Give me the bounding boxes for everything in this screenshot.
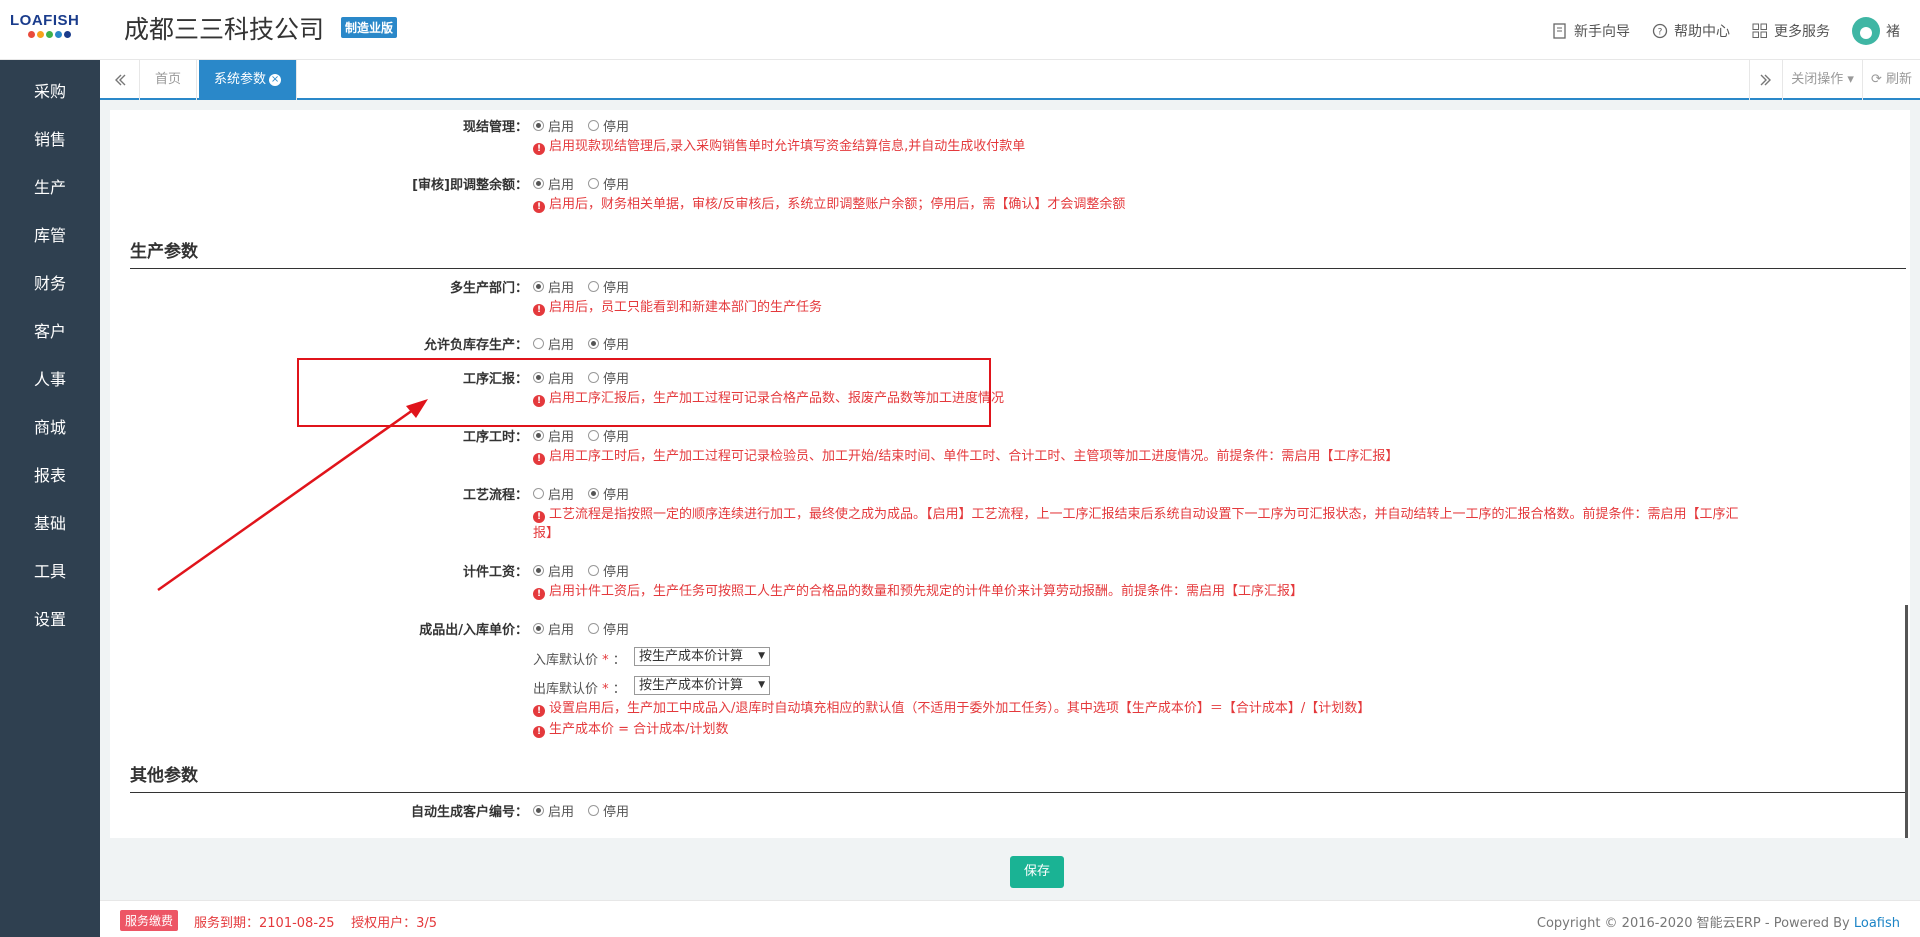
sidebar-item-sales[interactable]: 销售: [0, 116, 100, 164]
in-price-select[interactable]: 按生产成本价计算 ▼: [634, 647, 770, 666]
sidebar-item-reports[interactable]: 报表: [0, 452, 100, 500]
caret-down-icon: ▾: [1843, 72, 1854, 87]
apps-icon: [1752, 23, 1767, 38]
unit-price-off-radio[interactable]: 停用: [588, 619, 629, 638]
user-menu[interactable]: 褚: [1852, 17, 1900, 45]
sidebar-item-mall[interactable]: 商城: [0, 404, 100, 452]
close-ops-dropdown[interactable]: 关闭操作 ▾: [1782, 60, 1862, 100]
help-label: 帮助中心: [1674, 24, 1730, 40]
out-price-label: 出库默认价 * ：: [533, 682, 626, 697]
refresh-label: 刷新: [1885, 72, 1912, 87]
top-header: LOAFISH 成都三三科技公司 制造业版 新手向导 ? 帮助中心 更多服务 褚: [0, 0, 1920, 60]
help-link[interactable]: ? 帮助中心: [1652, 21, 1730, 41]
guide-icon: [1553, 23, 1566, 39]
auto-customer-no-on-radio[interactable]: 启用: [533, 801, 574, 820]
auto-customer-no-options: 启用 停用: [533, 801, 629, 820]
guide-link[interactable]: 新手向导: [1552, 21, 1630, 41]
logo-dots: [28, 31, 90, 38]
sidebar-item-settings[interactable]: 设置: [0, 596, 100, 644]
service-expiry: 服务到期：2101-08-25 授权用户：3/5: [194, 916, 438, 931]
tab-scroll-right-icon[interactable]: [1749, 60, 1782, 100]
tab-scroll-left-icon[interactable]: [100, 60, 140, 100]
annotation-arrow-icon: [157, 399, 428, 592]
footer: 服务缴费 服务到期：2101-08-25 授权用户：3/5 Copyright …: [100, 900, 1920, 937]
copyright: Copyright © 2016-2020 智能云ERP - Powered B…: [1536, 916, 1900, 931]
avatar: [1852, 17, 1880, 45]
unit-price-label: 成品出/入库单价：: [419, 623, 528, 638]
sidebar-item-basic[interactable]: 基础: [0, 500, 100, 548]
tab-system-params[interactable]: 系统参数 ×: [199, 60, 298, 100]
more-services-link[interactable]: 更多服务: [1752, 21, 1830, 41]
guide-label: 新手向导: [1574, 24, 1630, 40]
caret-down-icon: ▼: [758, 680, 765, 690]
settings-panel: 现结管理： 启用 停用 ! 启用现款现结管理后,录入采购销售单时允许填写资金结算信…: [110, 110, 1910, 838]
more-services-label: 更多服务: [1774, 24, 1830, 40]
other-section-title: 其他参数: [130, 761, 1906, 793]
svg-text:?: ?: [1658, 28, 1663, 38]
logo-text: LOAFISH: [10, 12, 80, 29]
brand-link[interactable]: Loafish: [1854, 916, 1900, 931]
sidebar-item-hr[interactable]: 人事: [0, 356, 100, 404]
sidebar-item-inventory[interactable]: 库管: [0, 212, 100, 260]
cost-price-note: ! 生产成本价 = 合计成本/计划数: [533, 720, 729, 739]
sidebar-item-production[interactable]: 生产: [0, 164, 100, 212]
company-name: 成都三三科技公司: [124, 15, 325, 44]
tab-home[interactable]: 首页: [140, 60, 198, 100]
in-price-label: 入库默认价 * ：: [533, 653, 626, 668]
info-icon: !: [533, 726, 545, 738]
service-fee-button[interactable]: 服务缴费: [120, 910, 179, 931]
refresh-icon: ⟳: [1870, 72, 1886, 87]
sidebar: 采购 销售 生产 库管 财务 客户 人事 商城 报表 基础 工具 设置: [0, 60, 100, 937]
user-name: 褚: [1886, 24, 1900, 40]
unit-price-on-radio[interactable]: 启用: [533, 619, 574, 638]
tab-bar: 首页 系统参数 × 关闭操作 ▾ ⟳ 刷新: [100, 60, 1920, 100]
close-ops-label: 关闭操作: [1791, 72, 1844, 87]
save-button[interactable]: 保存: [1010, 856, 1064, 888]
auto-customer-no-off-radio[interactable]: 停用: [588, 801, 629, 820]
help-icon: ?: [1652, 23, 1668, 39]
auto-customer-no-label: 自动生成客户编号：: [410, 805, 528, 820]
logo: LOAFISH: [10, 12, 90, 48]
close-icon[interactable]: ×: [269, 73, 282, 86]
unit-price-note: ! 设置启用后，生产加工中成品入/退库时自动填充相应的默认值（不适用于委外加工任务…: [533, 699, 1370, 718]
sidebar-item-customer[interactable]: 客户: [0, 308, 100, 356]
caret-down-icon: ▼: [758, 651, 765, 661]
tab-system-params-label: 系统参数: [214, 72, 267, 87]
unit-price-options: 启用 停用: [533, 619, 629, 638]
scrollbar[interactable]: [1905, 605, 1908, 838]
sidebar-item-purchase[interactable]: 采购: [0, 68, 100, 116]
info-icon: !: [533, 705, 545, 717]
sidebar-item-tools[interactable]: 工具: [0, 548, 100, 596]
edition-badge: 制造业版: [341, 17, 398, 38]
sidebar-item-finance[interactable]: 财务: [0, 260, 100, 308]
out-price-select[interactable]: 按生产成本价计算 ▼: [634, 676, 770, 695]
refresh-button[interactable]: ⟳ 刷新: [1861, 60, 1920, 100]
